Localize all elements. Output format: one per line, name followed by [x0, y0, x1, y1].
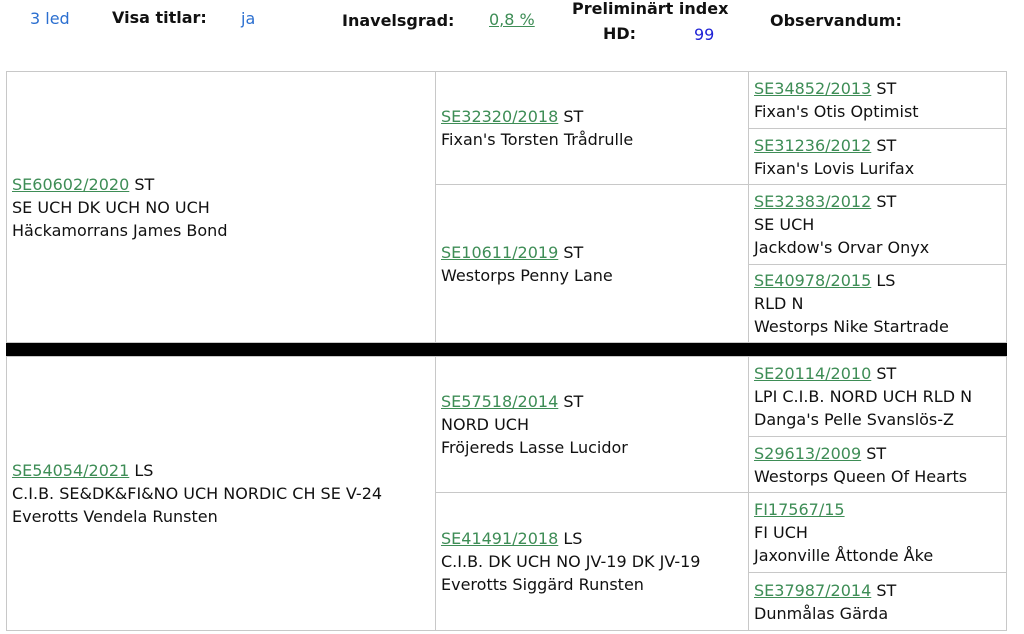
- dam-dam-sire-cell: FI17567/15 FI UCH Jaxonville Åttonde Åke: [748, 492, 1007, 573]
- dam-dam-dam-reg-link[interactable]: SE37987/2014: [754, 581, 871, 600]
- generations-selector[interactable]: 3 led: [30, 9, 70, 28]
- dam-dam-cell: SE41491/2018 LS C.I.B. DK UCH NO JV-19 D…: [435, 492, 749, 631]
- sire-sire-sire-name: Fixan's Otis Optimist: [754, 102, 919, 121]
- sire-dam-dam-titles: RLD N: [754, 294, 804, 313]
- dam-sire-sire-name: Danga's Pelle Svanslös-Z: [754, 410, 954, 429]
- sire-dam-cell: SE10611/2019 ST Westorps Penny Lane: [435, 184, 749, 343]
- sire-dam-reg-link[interactable]: SE10611/2019: [441, 243, 558, 262]
- sire-dam-sire-titles: SE UCH: [754, 215, 815, 234]
- sire-dam-sire-reg-link[interactable]: SE32383/2012: [754, 192, 871, 211]
- dam-sire-dam-status: ST: [866, 443, 887, 463]
- dam-sire-dam-name: Westorps Queen Of Hearts: [754, 466, 968, 486]
- dam-reg-link[interactable]: SE54054/2021: [12, 461, 129, 480]
- sire-sire-name: Fixan's Torsten Trådrulle: [441, 130, 634, 149]
- sire-status: ST: [134, 174, 155, 194]
- pedigree-header: 3 led Visa titlar: ja Inavelsgrad: 0,8 %…: [0, 0, 1024, 70]
- inbreeding-label: Inavelsgrad:: [342, 11, 455, 30]
- sire-dam-dam-cell: SE40978/2015 LS RLD N Westorps Nike Star…: [748, 264, 1007, 343]
- dam-sire-dam-reg-link[interactable]: S29613/2009: [754, 444, 861, 463]
- sire-sire-reg-link[interactable]: SE32320/2018: [441, 107, 558, 126]
- dam-dam-sire-titles: FI UCH: [754, 523, 808, 542]
- dam-dam-sire-name: Jaxonville Åttonde Åke: [754, 546, 934, 565]
- dam-sire-reg-link[interactable]: SE57518/2014: [441, 392, 558, 411]
- dam-dam-reg-link[interactable]: SE41491/2018: [441, 529, 558, 548]
- sire-titles: SE UCH DK UCH NO UCH: [12, 197, 210, 217]
- dam-dam-dam-status: ST: [876, 580, 897, 600]
- sire-dam-separator: [6, 343, 1007, 356]
- dam-dam-dam-cell: SE37987/2014 ST Dunmålas Gärda: [748, 572, 1007, 631]
- sire-dam-dam-status: LS: [876, 271, 896, 290]
- sire-sire-dam-name: Fixan's Lovis Lurifax: [754, 158, 915, 178]
- pedigree-table: SE60602/2020 ST SE UCH DK UCH NO UCH Häc…: [6, 71, 1007, 631]
- sire-sire-dam-status: ST: [876, 135, 897, 155]
- observandum-label: Observandum:: [770, 11, 902, 30]
- show-titles-toggle[interactable]: ja: [241, 9, 255, 28]
- sire-sire-sire-status: ST: [876, 79, 897, 98]
- dam-sire-sire-status: ST: [876, 364, 897, 383]
- dam-cell: SE54054/2021 LS C.I.B. SE&DK&FI&NO UCH N…: [6, 356, 436, 631]
- sire-sire-cell: SE32320/2018 ST Fixan's Torsten Trådrull…: [435, 71, 749, 185]
- sire-dam-sire-cell: SE32383/2012 ST SE UCH Jackdow's Orvar O…: [748, 184, 1007, 265]
- dam-sire-cell: SE57518/2014 ST NORD UCH Fröjereds Lasse…: [435, 356, 749, 493]
- prelim-index-label: Preliminärt index: [572, 0, 729, 18]
- show-titles-label: Visa titlar:: [112, 8, 207, 27]
- dam-dam-titles: C.I.B. DK UCH NO JV-19 DK JV-19: [441, 552, 701, 571]
- sire-sire-sire-cell: SE34852/2013 ST Fixan's Otis Optimist: [748, 71, 1007, 129]
- dam-sire-name: Fröjereds Lasse Lucidor: [441, 438, 628, 457]
- sire-sire-status: ST: [563, 107, 584, 126]
- sire-sire-dam-cell: SE31236/2012 ST Fixan's Lovis Lurifax: [748, 128, 1007, 185]
- sire-dam-dam-name: Westorps Nike Startrade: [754, 317, 949, 336]
- dam-dam-name: Everotts Siggärd Runsten: [441, 575, 644, 594]
- sire-dam-dam-reg-link[interactable]: SE40978/2015: [754, 271, 871, 290]
- dam-sire-sire-titles: LPI C.I.B. NORD UCH RLD N: [754, 387, 973, 406]
- dam-dam-dam-name: Dunmålas Gärda: [754, 603, 889, 623]
- sire-sire-dam-reg-link[interactable]: SE31236/2012: [754, 136, 871, 155]
- sire-dam-name: Westorps Penny Lane: [441, 265, 613, 285]
- dam-titles: C.I.B. SE&DK&FI&NO UCH NORDIC CH SE V-24: [12, 484, 383, 503]
- sire-name: Häckamorrans James Bond: [12, 220, 228, 240]
- dam-sire-titles: NORD UCH: [441, 415, 529, 434]
- sire-dam-sire-status: ST: [876, 192, 897, 211]
- dam-name: Everotts Vendela Runsten: [12, 507, 218, 526]
- inbreeding-value-link[interactable]: 0,8 %: [489, 10, 535, 29]
- sire-reg-link[interactable]: SE60602/2020: [12, 175, 129, 194]
- sire-dam-sire-name: Jackdow's Orvar Onyx: [754, 238, 930, 257]
- dam-dam-status: LS: [563, 529, 583, 548]
- dam-sire-status: ST: [563, 392, 584, 411]
- hd-value: 99: [694, 25, 715, 44]
- dam-sire-dam-cell: S29613/2009 ST Westorps Queen Of Hearts: [748, 436, 1007, 493]
- dam-dam-sire-reg-link[interactable]: FI17567/15: [754, 500, 845, 519]
- sire-cell: SE60602/2020 ST SE UCH DK UCH NO UCH Häc…: [6, 71, 436, 343]
- hd-label: HD:: [603, 24, 637, 43]
- sire-sire-sire-reg-link[interactable]: SE34852/2013: [754, 79, 871, 98]
- dam-sire-sire-cell: SE20114/2010 ST LPI C.I.B. NORD UCH RLD …: [748, 356, 1007, 437]
- sire-dam-status: ST: [563, 242, 584, 262]
- dam-status: LS: [134, 461, 154, 480]
- dam-sire-sire-reg-link[interactable]: SE20114/2010: [754, 364, 871, 383]
